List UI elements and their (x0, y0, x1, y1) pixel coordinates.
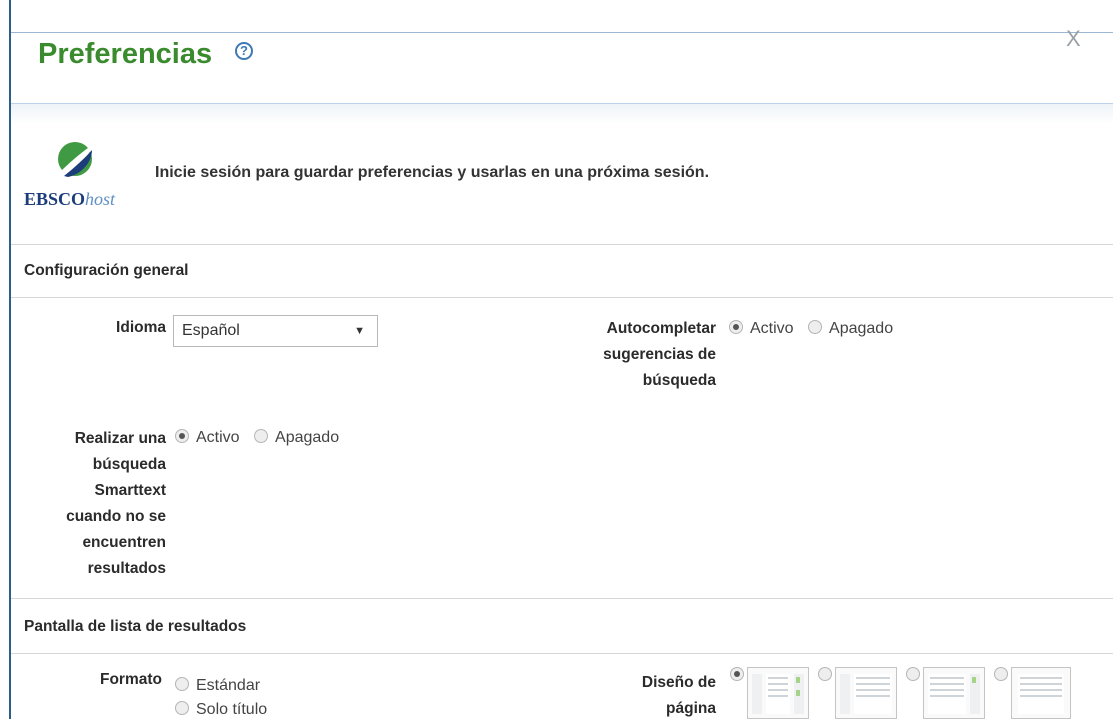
smarttext-radio-group: Activo Apagado (175, 428, 349, 448)
radio-checked-icon[interactable] (730, 667, 744, 681)
layout-three-column-thumbnail[interactable] (747, 667, 809, 719)
language-label: Idioma (116, 319, 166, 336)
autocomplete-radio-group: Activo Apagado (729, 319, 903, 339)
ebscohost-logo-text: EBSCOhost (24, 189, 116, 209)
autocomplete-option-off[interactable]: Apagado (808, 319, 893, 339)
layout-right-column-thumbnail[interactable] (923, 667, 985, 719)
language-select[interactable]: Español ▼ (173, 315, 378, 347)
smarttext-option-off[interactable]: Apagado (254, 428, 339, 448)
format-option-standard[interactable]: Estándar (175, 674, 267, 698)
autocomplete-label-line: búsqueda (642, 372, 716, 389)
radio-checked-icon[interactable] (729, 320, 743, 334)
radio-icon[interactable] (254, 429, 269, 443)
radio-icon[interactable] (175, 677, 189, 691)
smarttext-label-line: resultados (87, 560, 166, 577)
autocomplete-label: Autocompletar sugerencias de búsqueda (560, 316, 716, 394)
autocomplete-label-line: Autocompletar (606, 320, 716, 337)
autocomplete-option-on[interactable]: Activo (729, 319, 794, 339)
radio-icon[interactable] (175, 701, 189, 715)
smarttext-option-on[interactable]: Activo (175, 428, 240, 448)
smarttext-label-line: cuando no se (66, 508, 166, 525)
section-divider (11, 297, 1113, 298)
section-title-general: Configuración general (24, 262, 189, 279)
radio-checked-icon[interactable] (175, 429, 189, 443)
smarttext-label-line: Smarttext (94, 482, 167, 499)
radio-icon[interactable] (818, 667, 832, 681)
radio-icon[interactable] (994, 667, 1008, 681)
section-title-results: Pantalla de lista de resultados (24, 618, 247, 635)
layout-single-column-thumbnail[interactable] (1011, 667, 1071, 719)
language-select-value: Español (182, 322, 240, 339)
smarttext-label-line: Realizar una (74, 430, 166, 447)
dropdown-arrow-icon: ▼ (354, 325, 365, 337)
format-option-title-only[interactable]: Solo título (175, 698, 267, 722)
section-divider (11, 598, 1113, 599)
format-radio-group: Estándar Solo título (175, 674, 267, 722)
close-icon[interactable]: X (1066, 26, 1081, 52)
format-label: Formato (100, 671, 162, 688)
layout-left-column-thumbnail[interactable] (835, 667, 897, 719)
page-layout-label-line: página (666, 700, 716, 717)
page-layout-label-line: Diseño de (641, 674, 716, 691)
section-divider (11, 653, 1113, 654)
smarttext-label-line: búsqueda (92, 456, 166, 473)
help-icon[interactable]: ? (235, 42, 253, 60)
page-layout-label: Diseño de página (560, 670, 716, 722)
page-title: Preferencias (38, 38, 213, 70)
smarttext-label: Realizar una búsqueda Smarttext cuando n… (24, 426, 166, 582)
autocomplete-label-line: sugerencias de (603, 346, 716, 363)
login-message: Inicie sesión para guardar preferencias … (155, 164, 710, 181)
dialog-top-border (11, 32, 1113, 33)
header-shadow (11, 104, 1113, 124)
radio-icon[interactable] (906, 667, 920, 681)
smarttext-label-line: encuentren (82, 534, 166, 551)
section-divider (11, 244, 1113, 245)
radio-icon[interactable] (808, 320, 823, 334)
